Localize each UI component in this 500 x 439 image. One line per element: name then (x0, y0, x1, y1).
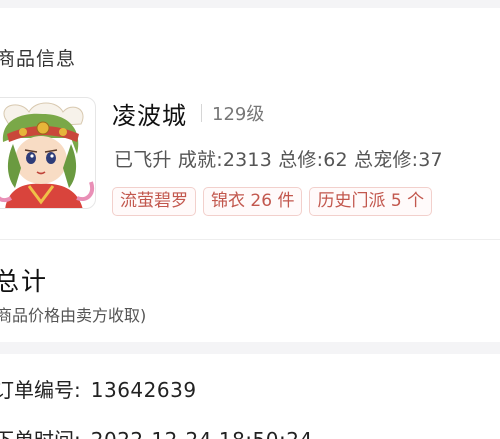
tag-item: 流萤碧罗 (112, 187, 196, 216)
order-time-value: 2022-12-24 18:50:24 (91, 428, 313, 439)
order-id-row: 订单编号: 13642639 (0, 374, 197, 403)
total-title: 总计 (0, 267, 49, 296)
divider (201, 104, 202, 122)
total-note: 商品价格由卖方收取) (0, 306, 147, 325)
character-avatar[interactable] (0, 97, 96, 209)
tag-item: 历史门派 5 个 (309, 187, 433, 216)
tag-item: 锦衣 26 件 (203, 187, 303, 216)
tag-list: 流萤碧罗 锦衣 26 件 历史门派 5 个 (112, 187, 433, 216)
character-level: 129级 (212, 104, 265, 125)
order-time-label: 下单时间: (0, 428, 81, 439)
order-id-value: 13642639 (90, 378, 197, 402)
character-name: 凌波城 (112, 102, 187, 130)
character-portrait-icon (0, 102, 94, 208)
divider (0, 239, 500, 240)
order-time-row: 下单时间: 2022-12-24 18:50:24 (0, 424, 313, 439)
section-title: 商品信息 (0, 48, 77, 70)
order-id-label: 订单编号: (0, 378, 81, 402)
character-stats: 已飞升 成就:2313 总修:62 总宠修:37 (114, 149, 443, 171)
